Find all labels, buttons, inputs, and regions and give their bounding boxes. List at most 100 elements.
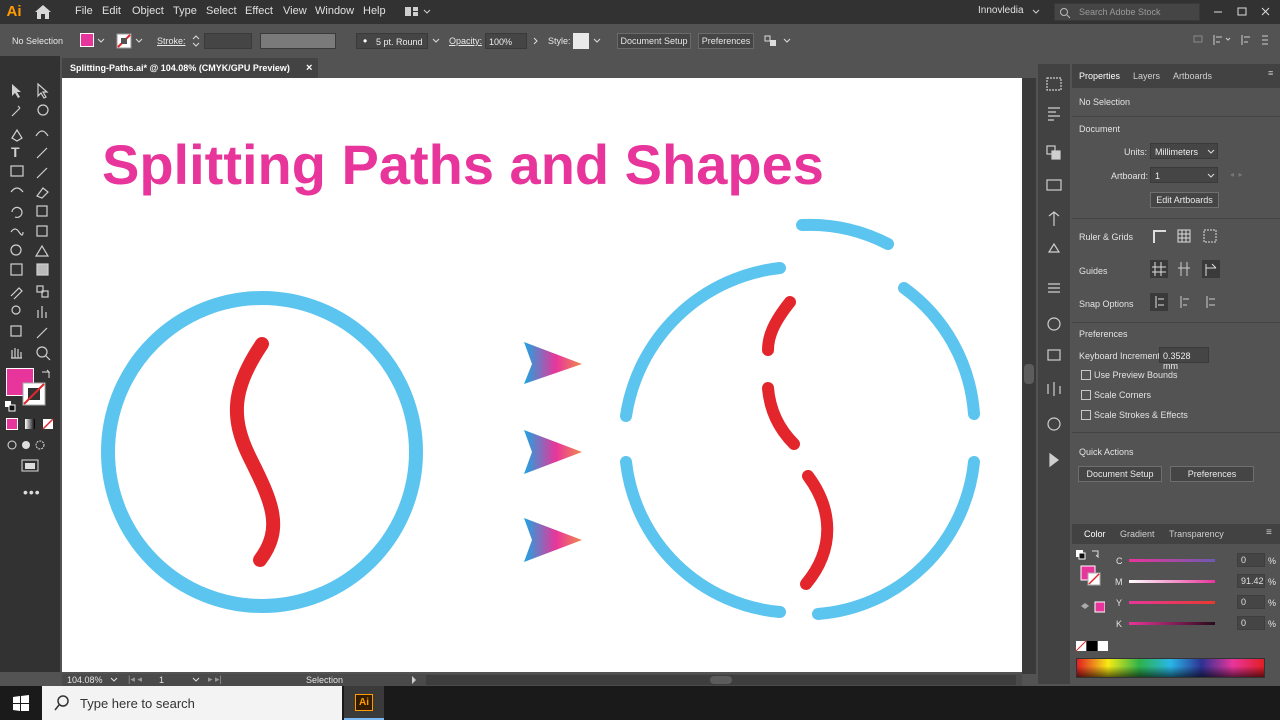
split-curve-segment-3[interactable] [800, 470, 834, 590]
use-preview-bounds-checkbox[interactable] [1081, 370, 1091, 380]
align-icons[interactable] [1192, 33, 1272, 47]
chevron-down-icon[interactable] [97, 38, 105, 44]
menu-window[interactable]: Window [315, 5, 354, 17]
artboard-number[interactable]: 1 [159, 675, 164, 685]
chevron-right-icon[interactable] [533, 37, 539, 45]
split-circle-segment-right[interactable] [898, 282, 980, 420]
split-circle-segment-bottom-right[interactable] [812, 456, 980, 620]
graphic-style-swatch[interactable] [573, 33, 589, 49]
units-dropdown[interactable]: Millimeters [1150, 143, 1218, 159]
menu-view[interactable]: View [283, 5, 307, 17]
s-curve-path[interactable] [229, 337, 281, 567]
workspace-switcher[interactable]: Innovledia [978, 5, 1024, 16]
chevron-down-icon[interactable] [192, 676, 200, 684]
tab-layers[interactable]: Layers [1133, 71, 1160, 81]
chevron-down-icon[interactable] [135, 38, 143, 44]
swap-fill-stroke-icon[interactable] [40, 368, 52, 380]
artboard-dropdown[interactable]: 1 [1150, 167, 1218, 183]
quick-preferences-button[interactable]: Preferences [1170, 466, 1254, 482]
fill-stroke-indicator[interactable] [1075, 549, 1101, 589]
guide-icons[interactable] [1150, 260, 1220, 280]
adobe-stock-search[interactable]: Search Adobe Stock [1054, 3, 1200, 21]
black-slider[interactable] [1129, 622, 1215, 625]
tab-transparency[interactable]: Transparency [1169, 529, 1224, 539]
arrange-icon[interactable] [764, 34, 792, 48]
quick-document-setup-button[interactable]: Document Setup [1078, 466, 1162, 482]
black-value[interactable]: 0 [1237, 616, 1265, 630]
screen-mode-icon[interactable] [20, 458, 40, 474]
artboard-nav-next[interactable]: ▸ ▸| [208, 674, 222, 685]
close-icon[interactable]: × [306, 58, 312, 78]
stroke-color-box[interactable] [22, 382, 48, 408]
draw-mode-icons[interactable] [6, 438, 46, 452]
stroke-label[interactable]: Stroke: [157, 36, 186, 46]
split-circle-segment-top[interactable] [796, 218, 894, 250]
stroke-none-swatch[interactable] [116, 33, 132, 49]
scale-corners-checkbox[interactable] [1081, 390, 1091, 400]
artboard[interactable]: Splitting Paths and Shapes [62, 78, 1022, 672]
chevron-down-icon[interactable] [432, 38, 440, 44]
more-tools-icon[interactable]: ••• [23, 484, 41, 500]
none-mode-icon[interactable] [42, 418, 54, 430]
menu-file[interactable]: File [75, 5, 93, 17]
split-circle-segment-bottom-left[interactable] [620, 456, 786, 618]
menu-select[interactable]: Select [206, 5, 237, 17]
preferences-button[interactable]: Preferences [698, 33, 754, 49]
scale-strokes-checkbox[interactable] [1081, 410, 1091, 420]
ruler-grid-icons[interactable] [1152, 227, 1222, 245]
zoom-level[interactable]: 104.08% [67, 675, 103, 685]
menu-effect[interactable]: Effect [245, 5, 273, 17]
split-curve-segment-1[interactable] [762, 296, 796, 356]
keyboard-increment-field[interactable]: 0.3528 mm [1159, 347, 1209, 371]
split-circle-segment-top-left[interactable] [620, 262, 786, 422]
magenta-slider[interactable] [1129, 580, 1215, 583]
artboard-nav-prev[interactable]: |◂ ◂ [128, 674, 142, 685]
cyan-slider[interactable] [1129, 559, 1215, 562]
default-colors-icon[interactable] [4, 400, 16, 412]
snap-icons[interactable] [1150, 293, 1220, 313]
menu-edit[interactable]: Edit [102, 5, 121, 17]
menu-object[interactable]: Object [132, 5, 164, 17]
taskbar-search-box[interactable]: Type here to search [42, 686, 342, 720]
home-icon[interactable] [34, 4, 52, 20]
tab-properties[interactable]: Properties [1079, 71, 1120, 81]
windows-start-icon[interactable] [12, 695, 30, 711]
panel-menu-icon[interactable]: ≡ [1268, 68, 1273, 78]
out-of-gamut-icons[interactable] [1079, 600, 1105, 614]
window-controls[interactable] [1212, 6, 1272, 18]
arrange-documents-icon[interactable] [404, 6, 432, 18]
document-setup-button[interactable]: Document Setup [617, 33, 691, 49]
chevron-down-icon[interactable] [593, 38, 601, 44]
cyan-value[interactable]: 0 [1237, 553, 1265, 567]
tab-color[interactable]: Color [1084, 529, 1106, 539]
tab-artboards[interactable]: Artboards [1173, 71, 1212, 81]
menu-help[interactable]: Help [363, 5, 386, 17]
variable-width-profile[interactable] [260, 33, 336, 49]
color-spectrum[interactable] [1076, 658, 1265, 678]
opacity-field[interactable]: 100% [485, 33, 527, 49]
fill-swatch[interactable] [80, 33, 94, 47]
menu-type[interactable]: Type [173, 5, 197, 17]
magenta-value[interactable]: 91.42 [1237, 574, 1265, 588]
vertical-scroll-thumb[interactable] [1024, 364, 1034, 384]
stepper-icon[interactable] [191, 33, 201, 49]
horizontal-scroll-thumb[interactable] [710, 676, 732, 684]
artboard-nav-arrows[interactable]: ◂ ▸ [1230, 170, 1242, 179]
stroke-weight-field[interactable] [204, 33, 252, 49]
opacity-label[interactable]: Opacity: [449, 36, 482, 46]
edit-artboards-button[interactable]: Edit Artboards [1150, 192, 1219, 208]
panel-menu-icon[interactable]: ≡ [1266, 527, 1272, 538]
gradient-mode-icon[interactable] [24, 418, 36, 430]
taskbar-illustrator-app[interactable]: Ai [344, 686, 384, 720]
tab-gradient[interactable]: Gradient [1120, 529, 1155, 539]
yellow-value[interactable]: 0 [1237, 595, 1265, 609]
yellow-slider[interactable] [1129, 601, 1215, 604]
none-black-white-swatches[interactable] [1075, 640, 1115, 652]
chevron-down-icon[interactable] [110, 676, 118, 684]
document-tab[interactable]: Splitting-Paths.ai* @ 104.08% (CMYK/GPU … [62, 58, 318, 78]
vertical-scrollbar[interactable] [1022, 78, 1036, 674]
horizontal-scrollbar[interactable] [426, 675, 1016, 685]
color-mode-icon[interactable] [6, 418, 18, 430]
brush-definition-dropdown[interactable]: • 5 pt. Round [356, 33, 428, 49]
split-curve-segment-2[interactable] [762, 382, 800, 450]
